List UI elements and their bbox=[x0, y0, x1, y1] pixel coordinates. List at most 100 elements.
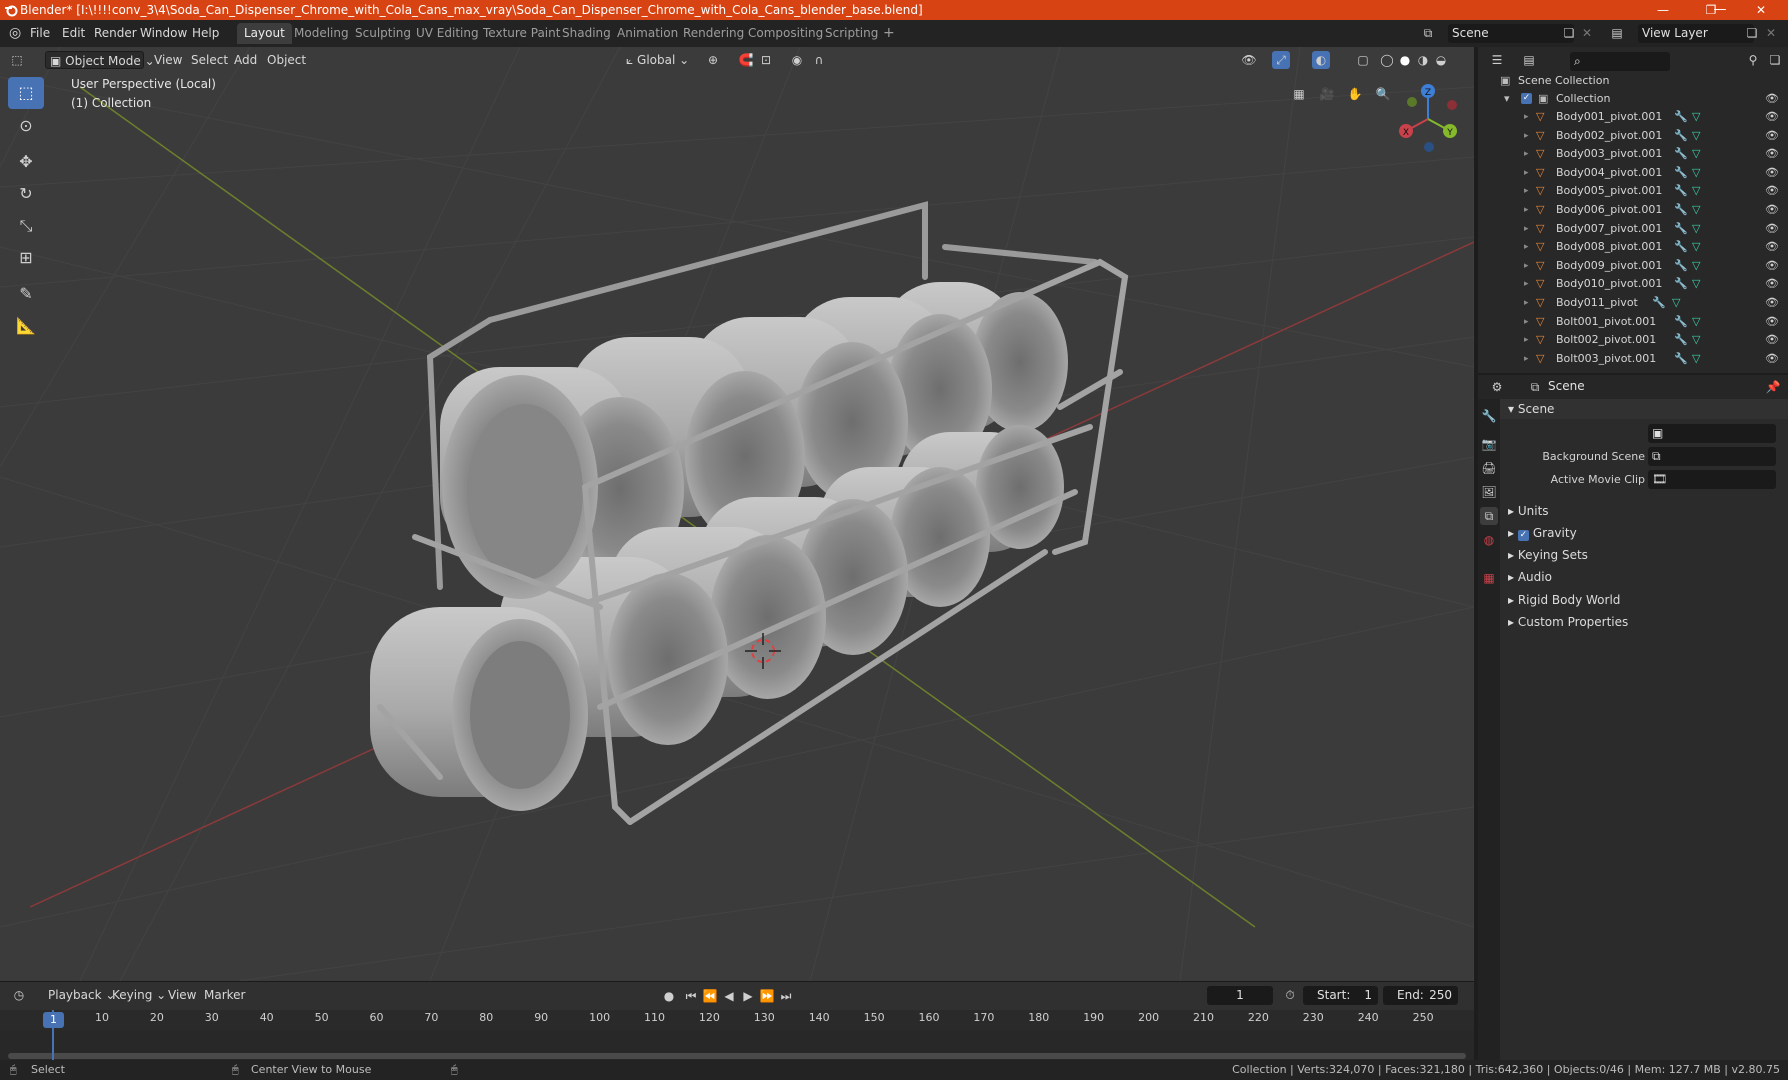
expand-arrow-icon[interactable]: ▸ bbox=[1524, 220, 1529, 238]
camera-field[interactable]: ▣ bbox=[1648, 424, 1776, 443]
expand-arrow-icon[interactable]: ▸ bbox=[1524, 257, 1529, 275]
mesh-data-icon[interactable]: ▽ bbox=[1692, 220, 1700, 238]
outliner-item[interactable]: ▸ ▽ Body011_pivot 🔧 ▽ 👁 bbox=[1478, 294, 1788, 312]
outliner-item[interactable]: ▸ ▽ Bolt003_pivot.001 🔧 ▽ 👁 bbox=[1478, 350, 1788, 368]
eye-icon[interactable]: 👁 bbox=[1765, 294, 1779, 312]
eye-icon[interactable]: 👁 bbox=[1765, 127, 1779, 145]
new-collection-icon[interactable]: ❏ bbox=[1766, 51, 1784, 69]
eye-icon[interactable]: 👁 bbox=[1765, 164, 1779, 182]
mesh-data-icon[interactable]: ▽ bbox=[1672, 294, 1680, 312]
tab-animation[interactable]: Animation bbox=[610, 23, 685, 44]
falloff-icon[interactable]: ∩ bbox=[810, 51, 828, 69]
outliner-item[interactable]: ▸ ▽ Body001_pivot.001 🔧 ▽ 👁 bbox=[1478, 108, 1788, 126]
rigid-body-world-panel-header[interactable]: ▸ Rigid Body World bbox=[1508, 590, 1778, 610]
outliner-item[interactable]: ▸ ▽ Bolt001_pivot.001 🔧 ▽ 👁 bbox=[1478, 313, 1788, 331]
measure-tool-icon[interactable]: 📐 bbox=[8, 310, 44, 342]
visibility-icon[interactable]: 👁 bbox=[1240, 51, 1258, 69]
expand-arrow-icon[interactable]: ▸ bbox=[1524, 350, 1529, 368]
eye-icon[interactable]: 👁 bbox=[1765, 90, 1779, 108]
modifier-icon[interactable]: 🔧 bbox=[1674, 201, 1688, 219]
units-panel-header[interactable]: ▸ Units bbox=[1508, 501, 1778, 521]
collection-checkbox[interactable]: ✓ bbox=[1521, 93, 1532, 104]
jump-start-icon[interactable]: ⏮ bbox=[682, 987, 700, 1005]
outliner-item[interactable]: ▸ ▽ Body005_pivot.001 🔧 ▽ 👁 bbox=[1478, 182, 1788, 200]
mesh-data-icon[interactable]: ▽ bbox=[1692, 350, 1700, 368]
outliner-editor-type-icon[interactable]: ☰ bbox=[1488, 51, 1506, 69]
modifier-icon[interactable]: 🔧 bbox=[1674, 257, 1688, 275]
viewport-menu-object[interactable]: Object bbox=[263, 51, 310, 69]
mesh-data-icon[interactable]: ▽ bbox=[1692, 201, 1700, 219]
expand-arrow-icon[interactable]: ▸ bbox=[1524, 108, 1529, 126]
menu-help[interactable]: Help bbox=[187, 24, 224, 43]
tab-modeling[interactable]: Modeling bbox=[287, 23, 356, 44]
rendered-shading-icon[interactable]: ◒ bbox=[1432, 51, 1450, 69]
output-tab-icon[interactable]: 🖨 bbox=[1480, 459, 1498, 477]
scene-field[interactable]: Scene bbox=[1448, 24, 1574, 43]
mesh-data-icon[interactable]: ▽ bbox=[1692, 331, 1700, 349]
expand-arrow-icon[interactable]: ▾ bbox=[1504, 90, 1510, 108]
snap-icon[interactable]: 🧲 bbox=[737, 51, 755, 69]
tool-tab-icon[interactable]: 🔧 bbox=[1480, 407, 1498, 425]
material-shading-icon[interactable]: ◑ bbox=[1414, 51, 1432, 69]
mesh-data-icon[interactable]: ▽ bbox=[1692, 145, 1700, 163]
maximize-button[interactable]: ❐ bbox=[1696, 0, 1726, 20]
expand-arrow-icon[interactable]: ▸ bbox=[1524, 275, 1529, 293]
display-mode-icon[interactable]: ▤ bbox=[1520, 51, 1538, 69]
cursor-tool-icon[interactable]: ⊙ bbox=[8, 110, 44, 142]
view-layer-icon[interactable]: ▤ bbox=[1608, 24, 1626, 42]
outliner-item[interactable]: ▸ ▽ Body007_pivot.001 🔧 ▽ 👁 bbox=[1478, 220, 1788, 238]
expand-arrow-icon[interactable]: ▸ bbox=[1524, 238, 1529, 256]
editor-type-icon[interactable]: ⬚ bbox=[8, 51, 26, 69]
tab-compositing[interactable]: Compositing bbox=[741, 23, 830, 44]
eye-icon[interactable]: 👁 bbox=[1765, 145, 1779, 163]
tab-texture-paint[interactable]: Texture Paint bbox=[476, 23, 567, 44]
grid-view-icon[interactable]: ▦ bbox=[1290, 85, 1308, 103]
modifier-icon[interactable]: 🔧 bbox=[1674, 108, 1688, 126]
timeline-scrollbar[interactable] bbox=[8, 1053, 1466, 1059]
outliner-search-input[interactable]: ⌕ bbox=[1570, 52, 1670, 71]
modifier-icon[interactable]: 🔧 bbox=[1674, 164, 1688, 182]
scene-tab-icon[interactable]: ⧉ bbox=[1480, 507, 1498, 525]
viewport-menu-view[interactable]: View bbox=[150, 51, 186, 69]
mesh-data-icon[interactable]: ▽ bbox=[1692, 313, 1700, 331]
outliner-collection[interactable]: ▾ ✓ ▣ Collection 👁 bbox=[1478, 90, 1788, 108]
solid-shading-icon[interactable]: ● bbox=[1396, 51, 1414, 69]
expand-arrow-icon[interactable]: ▸ bbox=[1524, 201, 1529, 219]
tab-uv-editing[interactable]: UV Editing bbox=[409, 23, 486, 44]
object-mode-dropdown[interactable]: ▣ Object Mode ⌄ bbox=[45, 51, 155, 69]
expand-arrow-icon[interactable]: ▸ bbox=[1524, 145, 1529, 163]
eye-icon[interactable]: 👁 bbox=[1765, 257, 1779, 275]
tab-shading[interactable]: Shading bbox=[555, 23, 618, 44]
play-reverse-icon[interactable]: ◀ bbox=[720, 987, 738, 1005]
eye-icon[interactable]: 👁 bbox=[1765, 331, 1779, 349]
3d-viewport[interactable]: ⬚ ▣ Object Mode ⌄ View Select Add Object… bbox=[0, 47, 1474, 981]
expand-arrow-icon[interactable]: ▸ bbox=[1524, 331, 1529, 349]
expand-arrow-icon[interactable]: ▸ bbox=[1524, 164, 1529, 182]
tab-sculpting[interactable]: Sculpting bbox=[348, 23, 418, 44]
blender-menu-icon[interactable]: ◎ bbox=[4, 24, 26, 43]
minimize-button[interactable]: — bbox=[1648, 0, 1678, 20]
outliner-item[interactable]: ▸ ▽ Body004_pivot.001 🔧 ▽ 👁 bbox=[1478, 164, 1788, 182]
timeline-menu-view[interactable]: View bbox=[164, 986, 200, 1004]
tab-rendering[interactable]: Rendering bbox=[676, 23, 751, 44]
scene-panel-header[interactable]: ▾ Scene bbox=[1500, 399, 1788, 419]
outliner-item[interactable]: ▸ ▽ Body006_pivot.001 🔧 ▽ 👁 bbox=[1478, 201, 1788, 219]
timeline-menu-keying[interactable]: Keying ⌄ bbox=[108, 986, 170, 1004]
current-frame-field[interactable]: 1 bbox=[1207, 986, 1273, 1005]
expand-arrow-icon[interactable]: ▸ bbox=[1524, 313, 1529, 331]
jump-end-icon[interactable]: ⏭ bbox=[777, 987, 795, 1005]
gizmo-toggle-icon[interactable]: ⤢ bbox=[1272, 51, 1290, 69]
select-box-tool-icon[interactable]: ⬚ bbox=[8, 77, 44, 109]
move-tool-icon[interactable]: ✥ bbox=[8, 146, 44, 178]
outliner-item[interactable]: ▸ ▽ Body010_pivot.001 🔧 ▽ 👁 bbox=[1478, 275, 1788, 293]
next-keyframe-icon[interactable]: ⏩ bbox=[758, 987, 776, 1005]
modifier-icon[interactable]: 🔧 bbox=[1674, 145, 1688, 163]
modifier-icon[interactable]: 🔧 bbox=[1674, 238, 1688, 256]
menu-file[interactable]: File bbox=[25, 24, 55, 43]
mesh-data-icon[interactable]: ▽ bbox=[1692, 275, 1700, 293]
gravity-panel-header[interactable]: ▸ ✓ Gravity bbox=[1508, 523, 1778, 543]
new-scene-icon[interactable]: ❏ bbox=[1560, 24, 1578, 42]
eye-icon[interactable]: 👁 bbox=[1765, 108, 1779, 126]
viewport-menu-select[interactable]: Select bbox=[187, 51, 232, 69]
axis-gizmo[interactable]: Z Y X bbox=[1390, 77, 1470, 157]
